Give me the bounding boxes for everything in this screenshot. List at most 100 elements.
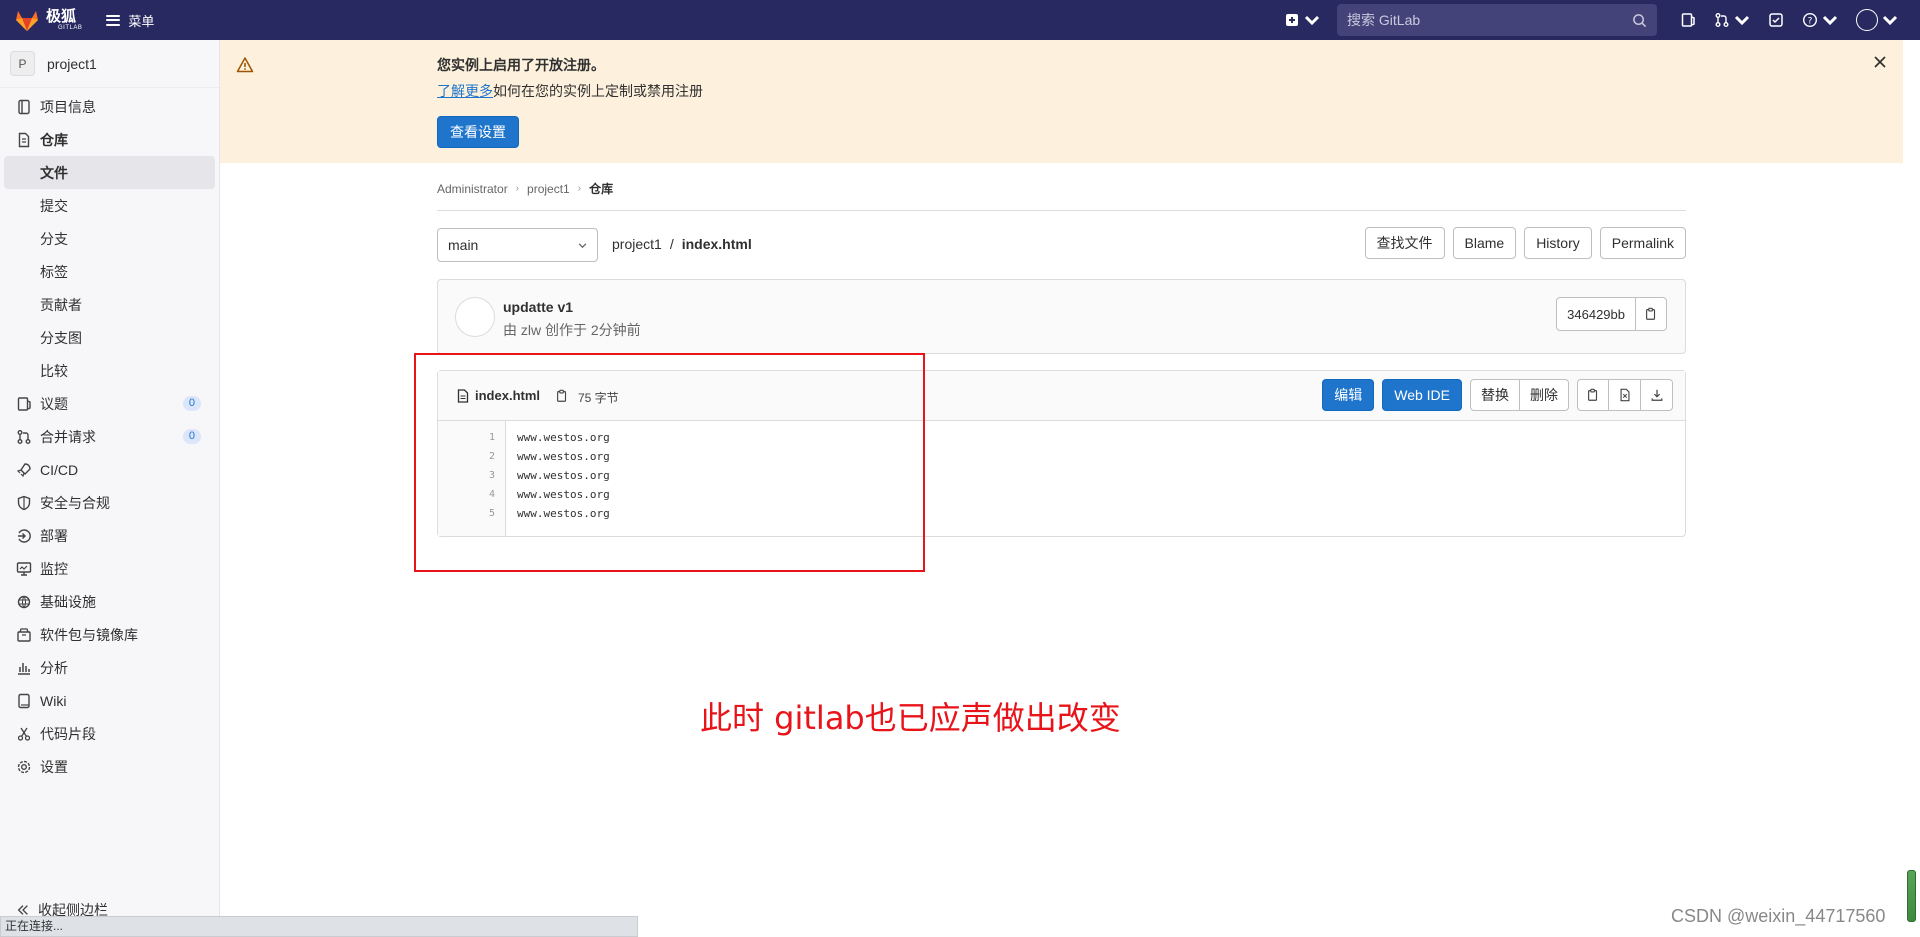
sidebar-item-infrastructure[interactable]: 基础设施 bbox=[0, 585, 219, 618]
commit-title[interactable]: updatte v1 bbox=[503, 299, 573, 315]
top-navbar: 极狐 GITLAB 菜单 搜索 GitLab ? bbox=[0, 0, 1920, 40]
sidebar-item-wiki[interactable]: Wiki bbox=[0, 684, 219, 717]
sidebar-item-label: 软件包与镜像库 bbox=[40, 626, 138, 643]
plus-square-icon bbox=[1286, 14, 1298, 26]
sidebar-item-label: 标签 bbox=[40, 263, 68, 280]
sidebar-item-monitor[interactable]: 监控 bbox=[0, 552, 219, 585]
menu-button[interactable]: 菜单 bbox=[106, 11, 154, 30]
divider bbox=[437, 210, 1686, 211]
close-icon[interactable] bbox=[1873, 55, 1887, 69]
chevron-down-icon bbox=[1822, 15, 1838, 26]
warning-icon bbox=[236, 57, 254, 73]
commit-sha-group: 346429bb bbox=[1556, 297, 1667, 331]
sidebar-item-issues[interactable]: 议题 0 bbox=[0, 387, 219, 420]
sidebar-item-repository[interactable]: 仓库 bbox=[0, 123, 219, 156]
delete-button[interactable]: 删除 bbox=[1520, 379, 1569, 411]
project-name: project1 bbox=[47, 55, 97, 72]
sidebar-project-header[interactable]: P project1 bbox=[0, 40, 219, 88]
sidebar-item-label: 部署 bbox=[40, 527, 68, 544]
sidebar-item-tags[interactable]: 标签 bbox=[0, 255, 219, 288]
copy-sha-button[interactable] bbox=[1635, 297, 1667, 331]
branch-name: main bbox=[448, 237, 479, 253]
logo-subtitle: GITLAB bbox=[58, 25, 83, 31]
path-project-link[interactable]: project1 bbox=[612, 236, 662, 252]
sidebar-item-deployments[interactable]: 部署 bbox=[0, 519, 219, 552]
learn-more-link[interactable]: 了解更多 bbox=[437, 83, 493, 99]
banner-description: 如何在您的实例上定制或禁用注册 bbox=[493, 83, 703, 99]
banner-text: 了解更多如何在您的实例上定制或禁用注册 bbox=[437, 81, 703, 101]
sidebar-item-analytics[interactable]: 分析 bbox=[0, 651, 219, 684]
sidebar-item-label: Wiki bbox=[40, 692, 67, 709]
issues-icon bbox=[16, 396, 32, 412]
copy-icon bbox=[1646, 307, 1656, 320]
gitlab-logo[interactable]: 极狐 GITLAB bbox=[14, 8, 82, 32]
breadcrumb: Administrator › project1 › 仓库 bbox=[437, 180, 613, 197]
page-scrollbar-track[interactable] bbox=[1903, 40, 1920, 937]
issues-nav-button[interactable] bbox=[1680, 12, 1696, 28]
permalink-button[interactable]: Permalink bbox=[1599, 227, 1686, 259]
history-button[interactable]: History bbox=[1524, 227, 1592, 259]
sidebar-item-label: 分支图 bbox=[40, 329, 82, 346]
merge-requests-nav-button[interactable] bbox=[1714, 12, 1750, 28]
browser-status-bar: 正在连接... bbox=[0, 916, 638, 937]
user-menu-dropdown[interactable] bbox=[1856, 9, 1898, 31]
sidebar-item-merge-requests[interactable]: 合并请求 0 bbox=[0, 420, 219, 453]
open-raw-button[interactable] bbox=[1609, 379, 1641, 411]
sidebar-item-commits[interactable]: 提交 bbox=[0, 189, 219, 222]
sidebar-item-label: 分支 bbox=[40, 230, 68, 247]
package-icon bbox=[16, 627, 32, 643]
sidebar-item-label: 监控 bbox=[40, 560, 68, 577]
snippet-icon bbox=[16, 726, 32, 742]
edit-button[interactable]: 编辑 bbox=[1322, 379, 1375, 411]
sidebar-item-label: 代码片段 bbox=[40, 725, 96, 742]
view-settings-button[interactable]: 查看设置 bbox=[437, 116, 519, 148]
todo-nav-button[interactable] bbox=[1768, 12, 1784, 28]
sidebar-item-snippets[interactable]: 代码片段 bbox=[0, 717, 219, 750]
menu-label: 菜单 bbox=[128, 13, 155, 29]
sidebar-item-packages[interactable]: 软件包与镜像库 bbox=[0, 618, 219, 651]
sidebar-item-contributors[interactable]: 贡献者 bbox=[0, 288, 219, 321]
search-input[interactable]: 搜索 GitLab bbox=[1337, 4, 1657, 36]
search-placeholder: 搜索 GitLab bbox=[1347, 12, 1421, 28]
hamburger-icon bbox=[106, 14, 121, 26]
sidebar-item-label: 比较 bbox=[40, 362, 68, 379]
sidebar-item-project-info[interactable]: 项目信息 bbox=[0, 90, 219, 123]
infrastructure-icon bbox=[16, 594, 32, 610]
path-separator: / bbox=[669, 236, 674, 252]
find-file-button[interactable]: 查找文件 bbox=[1364, 227, 1445, 259]
replace-button[interactable]: 替换 bbox=[1470, 379, 1520, 411]
breadcrumb-item[interactable]: Administrator bbox=[437, 182, 508, 196]
sidebar-item-cicd[interactable]: CI/CD bbox=[0, 453, 219, 486]
watermark: CSDN @weixin_44717560 bbox=[1671, 906, 1886, 926]
sidebar-item-compare[interactable]: 比较 bbox=[0, 354, 219, 387]
double-chevron-left-icon bbox=[17, 905, 28, 915]
monitor-icon bbox=[16, 561, 32, 577]
sidebar: P project1 项目信息 仓库 文件 提交 分支 标签 贡献者 分支图 比… bbox=[0, 40, 220, 937]
help-dropdown[interactable]: ? bbox=[1802, 12, 1838, 28]
sidebar-item-settings[interactable]: 设置 bbox=[0, 750, 219, 783]
sidebar-item-label: 文件 bbox=[40, 164, 68, 181]
chevron-down-icon bbox=[1304, 15, 1320, 26]
web-ide-button[interactable]: Web IDE bbox=[1382, 379, 1462, 411]
chart-icon bbox=[16, 660, 32, 676]
new-item-dropdown[interactable] bbox=[1284, 12, 1320, 28]
blame-button[interactable]: Blame bbox=[1452, 227, 1517, 259]
sidebar-item-branches[interactable]: 分支 bbox=[0, 222, 219, 255]
raw-file-icon bbox=[1619, 388, 1630, 402]
commit-sha[interactable]: 346429bb bbox=[1556, 297, 1635, 331]
sidebar-item-files[interactable]: 文件 bbox=[4, 156, 215, 189]
todo-icon bbox=[1769, 13, 1783, 27]
sidebar-item-label: CI/CD bbox=[40, 461, 79, 478]
commit-author-avatar[interactable] bbox=[455, 297, 495, 337]
sidebar-item-security[interactable]: 安全与合规 bbox=[0, 486, 219, 519]
copy-contents-button[interactable] bbox=[1577, 379, 1609, 411]
branch-selector[interactable]: main bbox=[437, 228, 598, 262]
info-icon bbox=[16, 99, 32, 115]
sidebar-item-graph[interactable]: 分支图 bbox=[0, 321, 219, 354]
sidebar-item-label: 分析 bbox=[40, 659, 68, 676]
breadcrumb-current[interactable]: 仓库 bbox=[589, 180, 613, 197]
repository-icon bbox=[16, 132, 32, 148]
breadcrumb-item[interactable]: project1 bbox=[527, 182, 570, 196]
download-button[interactable] bbox=[1641, 379, 1673, 411]
scrollbar-thumb[interactable] bbox=[1907, 870, 1916, 922]
